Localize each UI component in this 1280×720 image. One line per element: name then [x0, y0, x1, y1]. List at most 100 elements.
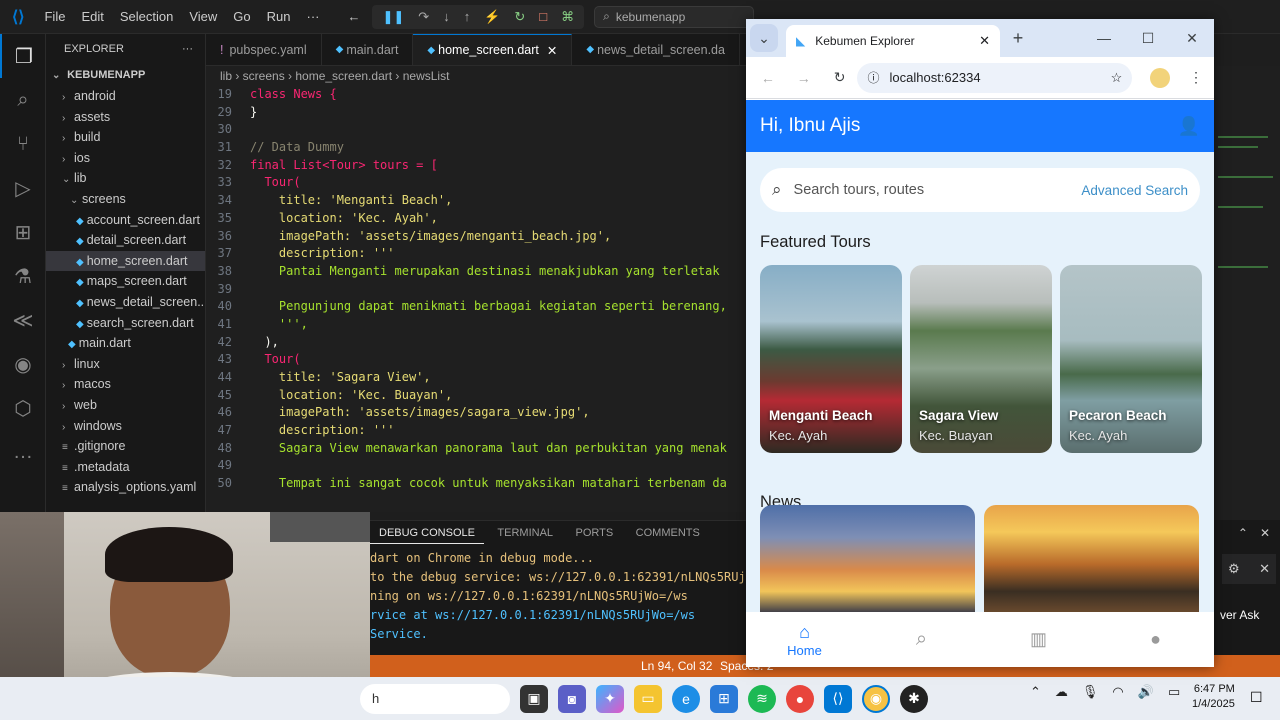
tree-item[interactable]: › linux [46, 354, 205, 375]
forward-icon[interactable]: → [786, 63, 822, 93]
tree-item[interactable]: ◆ home_screen.dart [46, 250, 205, 272]
search-icon[interactable]: ⌕ [0, 78, 46, 122]
menu-file[interactable]: File [36, 9, 73, 24]
restart-icon[interactable]: ↻ [514, 9, 525, 25]
gear-icon[interactable]: ⚙ [1228, 561, 1240, 577]
account-icon[interactable]: 👤 [1178, 116, 1200, 137]
ask-label[interactable]: ver Ask [1220, 608, 1259, 622]
new-tab-icon[interactable]: + [1000, 23, 1036, 53]
tour-card-pecaron[interactable]: Pecaron Beach Kec. Ayah [1060, 265, 1202, 453]
tab-ports[interactable]: PORTS [567, 521, 623, 543]
tree-item[interactable]: ◆ main.dart [46, 333, 205, 354]
nav-search[interactable]: ⌕ [863, 612, 980, 667]
tree-item[interactable]: ◆ search_screen.dart [46, 313, 205, 334]
edge-icon[interactable]: e [672, 684, 700, 713]
news-card[interactable] [984, 505, 1199, 613]
spotify-icon[interactable]: ≋ [748, 684, 776, 713]
maximize-panel-icon[interactable]: ⌃ [1238, 526, 1248, 540]
github-icon[interactable]: ◉ [0, 342, 46, 386]
breadcrumb[interactable]: lib › screens › home_screen.dart › newsL… [206, 66, 746, 86]
menu-run[interactable]: Run [259, 9, 299, 24]
more-icon[interactable]: … [0, 430, 46, 474]
menu-view[interactable]: View [181, 9, 225, 24]
tree-item[interactable]: › windows [46, 416, 205, 437]
pause-icon[interactable]: ❚❚ [382, 9, 404, 25]
nav-home[interactable]: ⌂ Home [746, 612, 863, 667]
source-control-icon[interactable]: ⑂ [0, 122, 46, 166]
chrome-menu-icon[interactable]: ⋮ [1178, 63, 1214, 93]
menu-go[interactable]: Go [225, 9, 258, 24]
minimap[interactable] [1214, 66, 1280, 520]
status-position[interactable]: Ln 94, Col 32 [641, 655, 712, 677]
onedrive-icon[interactable]: ☁ [1055, 684, 1068, 700]
tree-item[interactable]: › build [46, 127, 205, 148]
tree-item[interactable]: ◆ account_screen.dart [46, 210, 205, 231]
nav-map[interactable]: ▥ [980, 612, 1097, 667]
back-arrow-icon[interactable]: ← [347, 9, 360, 24]
tab-search-icon[interactable]: ⌄ [750, 24, 778, 52]
notification-icon[interactable]: ☐ [1250, 689, 1263, 706]
tree-item[interactable]: ◆ news_detail_screen... [46, 292, 205, 313]
command-center[interactable]: ⌕ kebumenapp [594, 5, 755, 28]
step-out-icon[interactable]: ↑ [464, 9, 471, 25]
tab-terminal[interactable]: TERMINAL [488, 521, 562, 543]
tray-chevron-icon[interactable]: ⌃ [1030, 684, 1041, 700]
close-panel-icon[interactable]: ✕ [1260, 526, 1270, 540]
address-bar[interactable]: ⓘ localhost:62334 ☆ [857, 62, 1133, 93]
wifi-icon[interactable]: ◠ [1112, 684, 1123, 700]
close-window-icon[interactable]: ✕ [1170, 23, 1214, 53]
profile-avatar[interactable] [1142, 63, 1178, 93]
tour-card-menganti[interactable]: Menganti Beach Kec. Ayah [760, 265, 902, 453]
chrome-icon[interactable]: ◉ [862, 684, 890, 713]
task-view-icon[interactable]: ▣ [520, 684, 548, 713]
site-info-icon[interactable]: ⓘ [867, 69, 879, 86]
devtools-icon[interactable]: ⌘ [561, 9, 574, 25]
maximize-icon[interactable]: ☐ [1126, 23, 1170, 53]
step-over-icon[interactable]: ↷ [418, 9, 429, 25]
tree-item[interactable]: ≡ analysis_options.yaml [46, 477, 205, 498]
project-header[interactable]: ⌄ KEBUMENAPP [46, 64, 205, 86]
more-actions-icon[interactable]: ··· [182, 43, 193, 55]
nav-account[interactable]: ● [1097, 612, 1214, 667]
tab-news-detail[interactable]: ◆ news_detail_screen.da [572, 34, 740, 65]
volume-icon[interactable]: 🔊 [1138, 684, 1154, 700]
chrome-alt-icon[interactable]: ● [786, 684, 814, 713]
hot-reload-icon[interactable]: ⚡ [484, 9, 500, 25]
flutter-icon[interactable]: ≪ [0, 298, 46, 342]
tour-card-sagara[interactable]: Sagara View Kec. Buayan [910, 265, 1052, 453]
tree-item[interactable]: ≡ .metadata [46, 457, 205, 478]
browser-tab[interactable]: ◣ Kebumen Explorer ✕ [786, 25, 1000, 57]
tree-item[interactable]: ⌄ screens [46, 189, 205, 210]
back-icon[interactable]: ← [750, 63, 786, 93]
app-icon[interactable]: ✱ [900, 684, 928, 713]
vscode-icon[interactable]: ⟨⟩ [824, 684, 852, 713]
tree-item[interactable]: ◆ maps_screen.dart [46, 271, 205, 292]
run-debug-icon[interactable]: ▷ [0, 166, 46, 210]
tab-pubspec[interactable]: ! pubspec.yaml [206, 34, 322, 65]
news-card[interactable] [760, 505, 975, 613]
tree-item[interactable]: › assets [46, 107, 205, 128]
tree-item[interactable]: › macos [46, 374, 205, 395]
search-bar[interactable]: ⌕ Search tours, routes Advanced Search [760, 168, 1200, 212]
advanced-search-link[interactable]: Advanced Search [1081, 183, 1188, 198]
tree-item[interactable]: › ios [46, 148, 205, 169]
tree-item[interactable]: ◆ detail_screen.dart [46, 230, 205, 251]
testing-icon[interactable]: ⚗ [0, 254, 46, 298]
taskbar-search[interactable]: h [360, 683, 510, 714]
file-explorer-icon[interactable]: ▭ [634, 684, 662, 713]
step-into-icon[interactable]: ↓ [443, 9, 450, 25]
teams-icon[interactable]: ◙ [558, 684, 586, 713]
tree-item[interactable]: ≡ .gitignore [46, 436, 205, 457]
remote-icon[interactable]: ⬡ [0, 386, 46, 430]
close-tab-icon[interactable]: ✕ [979, 33, 990, 49]
menu-selection[interactable]: Selection [112, 9, 181, 24]
code-editor[interactable]: 19 class News {29} 30 31// Data Dummy 32 fina… [206, 86, 746, 512]
minimize-icon[interactable]: — [1082, 23, 1126, 53]
tab-home-screen[interactable]: ◆ home_screen.dart ✕ [413, 34, 573, 65]
microphone-icon[interactable]: 🎙 [1082, 684, 1099, 700]
reload-icon[interactable]: ↻ [822, 63, 858, 93]
stop-icon[interactable]: □ [539, 9, 547, 25]
battery-icon[interactable]: ▭ [1168, 684, 1180, 700]
extensions-icon[interactable]: ⊞ [0, 210, 46, 254]
clock[interactable]: 6:47 PM 1/4/2025 [1192, 682, 1235, 712]
